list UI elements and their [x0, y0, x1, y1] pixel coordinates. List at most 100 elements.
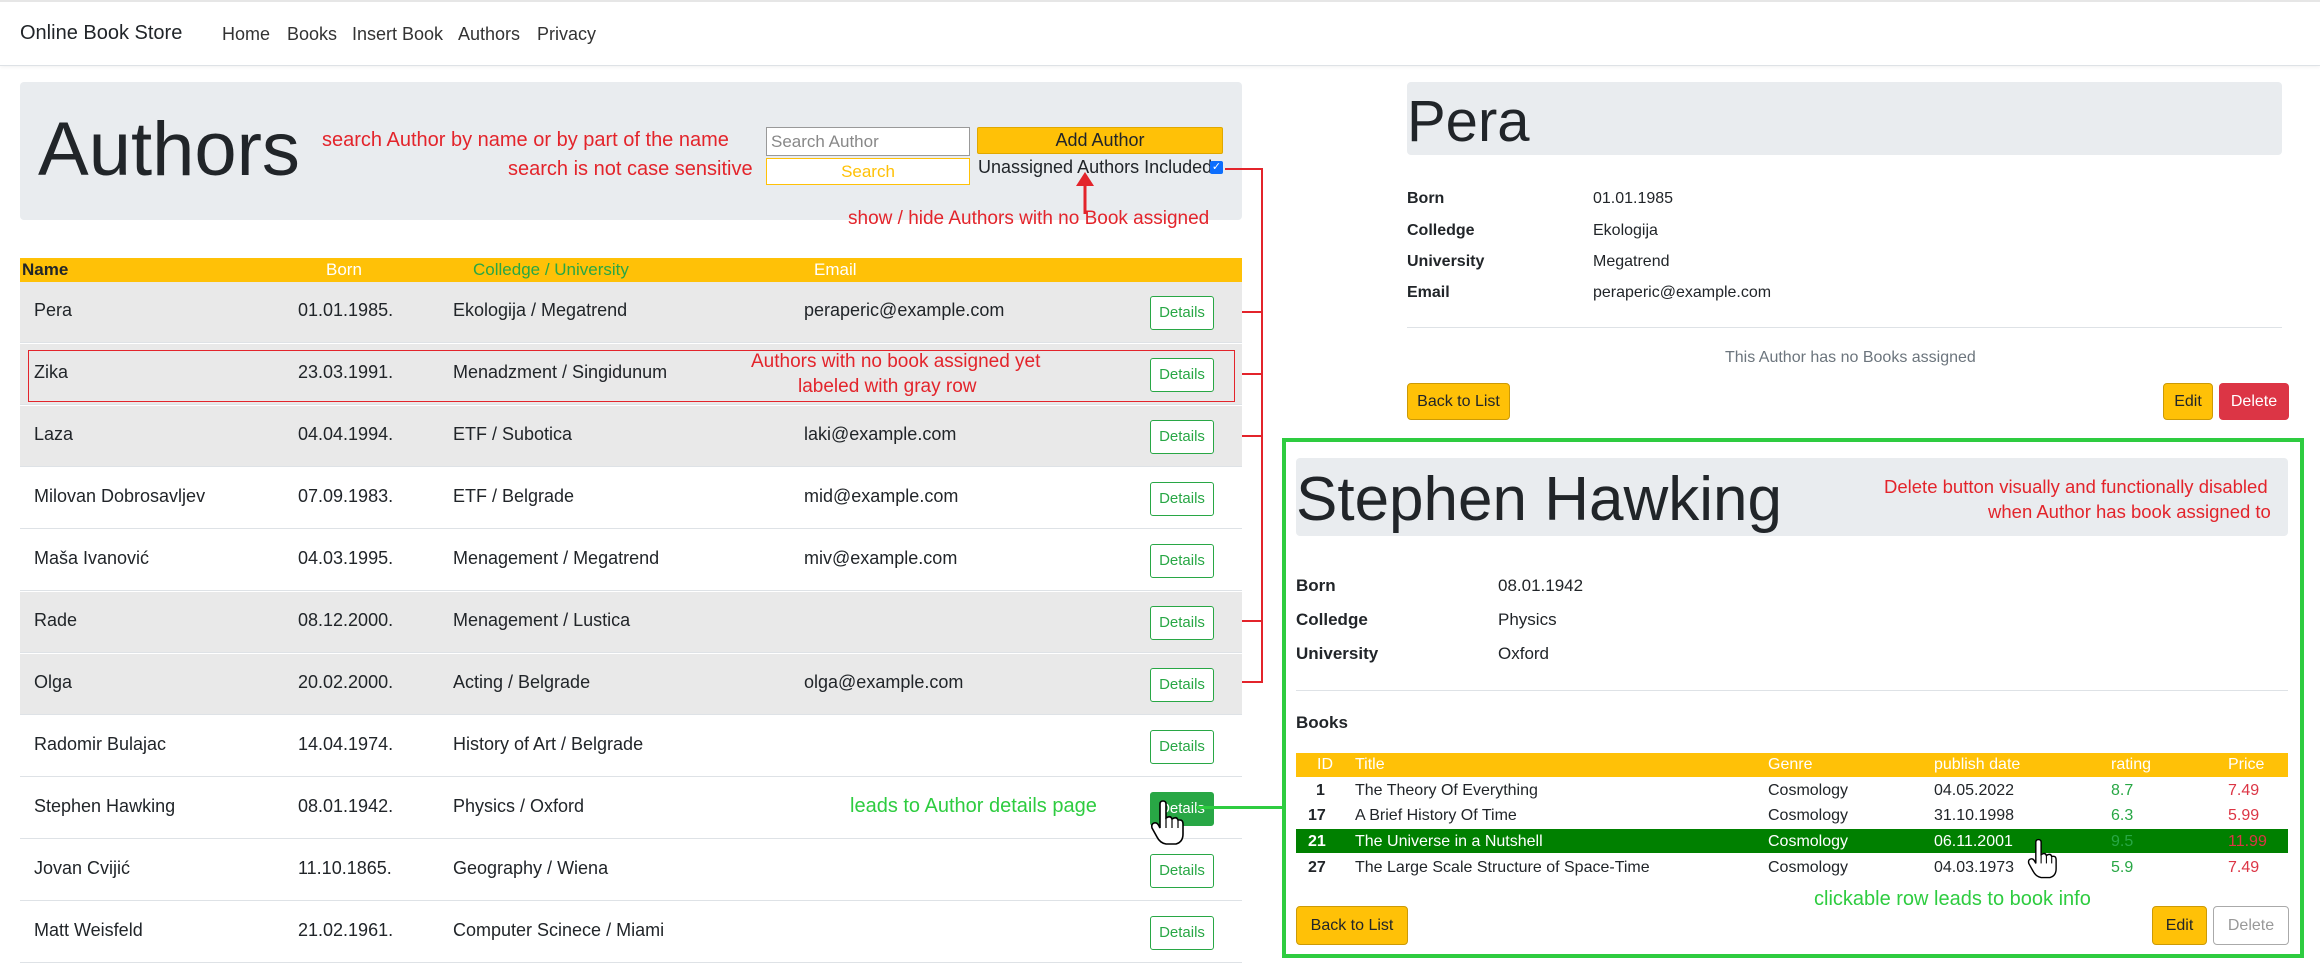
- book-title: The Universe in a Nutshell: [1355, 833, 1543, 850]
- hawking-back-to-list-button[interactable]: Back to List: [1296, 906, 1408, 945]
- book-id: 1: [1316, 782, 1325, 799]
- pera-header: [1407, 82, 2282, 155]
- author-email: miv@example.com: [804, 548, 958, 568]
- author-email: olga@example.com: [804, 672, 964, 692]
- book-row[interactable]: 27 The Large Scale Structure of Space-Ti…: [1296, 855, 2288, 879]
- book-row-selected[interactable]: 21 The Universe in a Nutshell Cosmology …: [1296, 829, 2288, 853]
- nav-privacy[interactable]: Privacy: [537, 24, 596, 45]
- details-button[interactable]: Details: [1150, 296, 1214, 330]
- annotation-details-link: leads to Author details page: [850, 795, 1097, 817]
- author-name: Maša Ivanović: [34, 548, 150, 568]
- pera-divider: [1407, 327, 2282, 328]
- table-row: Laza 04.04.1994. ETF / Subotica laki@exa…: [20, 406, 1242, 467]
- annotation-show-hide: show / hide Authors with no Book assigne…: [848, 208, 1210, 229]
- nav-insert-book[interactable]: Insert Book: [352, 24, 443, 45]
- book-id: 17: [1308, 807, 1326, 824]
- author-born: 04.03.1995.: [298, 548, 394, 568]
- pera-colledge-value: Ekologija: [1593, 222, 1658, 239]
- annotation-search-1: search Author by name or by part of the …: [322, 129, 729, 151]
- author-name: Milovan Dobrosavljev: [34, 486, 206, 506]
- books-section-label: Books: [1296, 713, 1348, 732]
- books-col-id: ID: [1317, 756, 1333, 773]
- hawking-colledge-value: Physics: [1498, 610, 1557, 629]
- pera-born-label: Born: [1407, 190, 1445, 207]
- nav-books[interactable]: Books: [287, 24, 337, 45]
- book-genre: Cosmology: [1768, 859, 1849, 876]
- details-button[interactable]: Details: [1150, 854, 1214, 888]
- unassigned-authors-checkbox[interactable]: ✓: [1210, 161, 1223, 174]
- annotation-clickable-row: clickable row leads to book info: [1814, 888, 2091, 910]
- author-school: Physics / Oxford: [453, 796, 585, 816]
- book-price: 5.99: [2228, 807, 2260, 824]
- author-born: 21.02.1961.: [298, 920, 394, 940]
- book-rating: 6.3: [2111, 807, 2134, 824]
- author-name: Olga: [34, 672, 73, 692]
- details-button[interactable]: Details: [1150, 606, 1214, 640]
- books-col-price: Price: [2228, 756, 2265, 773]
- book-title: The Theory Of Everything: [1355, 782, 1538, 799]
- table-row: Pera 01.01.1985. Ekologija / Megatrend p…: [20, 282, 1242, 343]
- details-button[interactable]: Details: [1150, 544, 1214, 578]
- hawking-university-value: Oxford: [1498, 644, 1550, 663]
- books-col-genre: Genre: [1768, 756, 1813, 773]
- annotation-delete-1: Delete button visually and functionally …: [1884, 476, 2268, 497]
- details-button[interactable]: Details: [1150, 668, 1214, 702]
- author-email: peraperic@example.com: [804, 300, 1005, 320]
- author-born: 04.04.1994.: [298, 424, 394, 444]
- author-school: Computer Scinece / Miami: [453, 920, 665, 940]
- author-name: Jovan Cvijić: [34, 858, 131, 878]
- nav-authors[interactable]: Authors: [458, 24, 520, 45]
- search-input[interactable]: [766, 127, 970, 156]
- page-title: Authors: [38, 107, 300, 192]
- column-header-born: Born: [326, 260, 362, 279]
- author-name: Matt Weisfeld: [34, 920, 143, 940]
- book-price: 11.99: [2228, 833, 2267, 850]
- book-row[interactable]: 17 A Brief History Of Time Cosmology 31.…: [1296, 803, 2288, 827]
- hand-cursor-icon: [1150, 800, 1184, 845]
- table-row: Maša Ivanović 04.03.1995. Menagement / M…: [20, 530, 1242, 591]
- books-col-date: publish date: [1934, 756, 2021, 773]
- book-title: A Brief History Of Time: [1355, 807, 1517, 824]
- annotation-delete-2: when Author has book assigned to: [1988, 501, 2271, 522]
- author-born: 08.01.1942.: [298, 796, 394, 816]
- book-genre: Cosmology: [1768, 782, 1849, 799]
- pera-edit-button[interactable]: Edit: [2163, 383, 2213, 420]
- book-rating: 9.5: [2111, 833, 2134, 850]
- pera-back-to-list-button[interactable]: Back to List: [1407, 383, 1510, 420]
- column-header-name: Name: [22, 260, 69, 279]
- add-author-button[interactable]: Add Author: [977, 127, 1223, 154]
- hawking-university-label: University: [1296, 644, 1379, 663]
- author-school: Menagement / Lustica: [453, 610, 631, 630]
- author-name: Stephen Hawking: [34, 796, 176, 816]
- details-button[interactable]: Details: [1150, 420, 1214, 454]
- search-button[interactable]: Search: [766, 158, 970, 185]
- author-name: Laza: [34, 424, 74, 444]
- authors-table-header: [20, 258, 1242, 282]
- bracket-line-top: [1225, 168, 1263, 170]
- annotation-no-book-2: labeled with gray row: [798, 376, 977, 397]
- table-row: Rade 08.12.2000. Menagement / Lustica De…: [20, 592, 1242, 653]
- book-id: 21: [1308, 833, 1326, 850]
- pera-university-label: University: [1407, 253, 1485, 270]
- hawking-born-value: 08.01.1942: [1498, 576, 1584, 595]
- hawking-edit-button[interactable]: Edit: [2152, 906, 2207, 945]
- author-school: Menagement / Megatrend: [453, 548, 660, 568]
- bracket-tick-laza: [1242, 435, 1262, 437]
- annotation-box-no-book: [28, 350, 1235, 402]
- books-col-rating: rating: [2111, 756, 2152, 773]
- nav-home[interactable]: Home: [222, 24, 270, 45]
- author-email: mid@example.com: [804, 486, 959, 506]
- brand-link[interactable]: Online Book Store: [20, 22, 182, 45]
- book-id: 27: [1308, 859, 1326, 876]
- column-header-school: Colledge / University: [473, 260, 629, 279]
- navbar: Online Book Store Home Books Insert Book…: [0, 0, 2320, 66]
- pera-delete-button[interactable]: Delete: [2219, 383, 2289, 420]
- details-button[interactable]: Details: [1150, 916, 1214, 950]
- details-button[interactable]: Details: [1150, 730, 1214, 764]
- author-school: Acting / Belgrade: [453, 672, 591, 692]
- details-button[interactable]: Details: [1150, 482, 1214, 516]
- hawking-born-label: Born: [1296, 576, 1336, 595]
- book-row[interactable]: 1 The Theory Of Everything Cosmology 04.…: [1296, 778, 2288, 802]
- author-email: laki@example.com: [804, 424, 957, 444]
- author-school: History of Art / Belgrade: [453, 734, 644, 754]
